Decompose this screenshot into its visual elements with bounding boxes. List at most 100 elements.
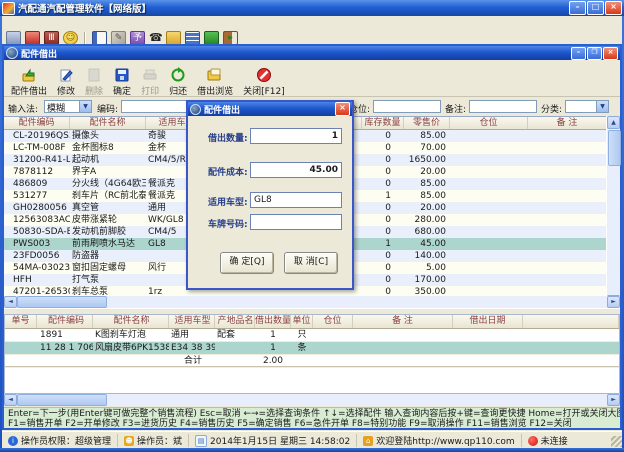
edit-icon[interactable]: ✎ (111, 31, 126, 45)
ok-button[interactable]: 确 定[Q] (220, 252, 274, 274)
plate-input[interactable] (250, 214, 342, 230)
cell-stock: 1 (362, 238, 404, 250)
scroll-left-icon[interactable]: ◄ (4, 394, 17, 406)
scrollbar-thumb[interactable] (608, 130, 621, 166)
delete-button: 删除 (80, 62, 108, 99)
cell-loc (450, 154, 528, 166)
minimize-button[interactable]: – (569, 1, 586, 15)
cell-loc (450, 190, 528, 202)
cell-stock: 0 (362, 202, 404, 214)
cell-no (5, 342, 37, 354)
cell-price: 85.00 (404, 130, 450, 142)
scrollbar-thumb[interactable] (17, 296, 107, 308)
horizontal-scrollbar[interactable]: ◄ ► (4, 296, 620, 308)
cell-code: 31200-R41-L01 (4, 154, 70, 166)
cell-price: 20.00 (404, 202, 450, 214)
cell-loc (450, 274, 528, 286)
scroll-right-icon[interactable]: ► (607, 394, 620, 406)
header-no: 单号 (5, 315, 37, 328)
cell-stock: 0 (362, 250, 404, 262)
window-restore-button[interactable]: ❐ (587, 47, 602, 60)
vertical-scrollbar[interactable]: ▲ ▼ (606, 116, 620, 308)
status-bar: i 操作员权限：超级管理 ☻ 操作员：斌 ▤ 2014年1月15日 星期三 14… (2, 431, 622, 449)
header-note: 备 注 (528, 117, 607, 129)
cell-loc (450, 178, 528, 190)
close-f12-button[interactable]: 关闭[F12] (238, 62, 290, 99)
no-entry-icon (256, 67, 272, 83)
ime-label: 输入法: (8, 102, 38, 115)
cell-name: 发动机前脚胶 (70, 226, 146, 238)
window-minimize-button[interactable]: – (571, 47, 586, 60)
maximize-button[interactable]: □ (587, 1, 604, 15)
note-input[interactable] (469, 100, 537, 113)
phone-icon[interactable]: ☎ (149, 32, 162, 44)
connection-section: 未连接 (522, 434, 574, 447)
permission-text: 操作员权限：超级管理 (21, 434, 111, 447)
calculator-icon[interactable] (185, 31, 200, 45)
scroll-left-icon[interactable]: ◄ (4, 296, 17, 308)
print-icon[interactable] (6, 31, 21, 45)
cell-note (528, 178, 607, 190)
ime-select[interactable]: 模糊 ▼ (44, 100, 92, 113)
toolbar-separator (84, 32, 86, 44)
confirm-icon (114, 67, 130, 83)
cell-origin (215, 342, 255, 354)
safe-icon[interactable] (204, 31, 219, 45)
code-input[interactable] (121, 100, 189, 113)
cell-stock: 0 (362, 142, 404, 154)
operator-section: ☻ 操作员：斌 (118, 434, 189, 447)
cell-price: 85.00 (404, 178, 450, 190)
scrollbar-thumb[interactable] (17, 394, 107, 406)
chevron-down-icon[interactable]: ▼ (596, 101, 608, 112)
window-close-button[interactable]: × (603, 47, 618, 60)
dialog-close-icon[interactable]: × (335, 102, 350, 116)
close-button[interactable]: × (605, 1, 622, 15)
cell-loc (450, 130, 528, 142)
qty-input[interactable]: 1 (250, 128, 342, 144)
cancel-button[interactable]: 取 消[C] (284, 252, 338, 274)
loan-browse-button[interactable]: 借出浏览 (192, 62, 238, 99)
cell-note (528, 166, 607, 178)
cell-code: 531277 (4, 190, 70, 202)
chevron-down-icon[interactable]: ▼ (79, 101, 91, 112)
bank-icon[interactable]: Ⅲ (44, 31, 59, 45)
sales-icon[interactable] (25, 31, 40, 45)
header-name: 配件名称 (93, 315, 169, 328)
cell-price: 280.00 (404, 214, 450, 226)
smiley-icon[interactable]: ☺ (63, 31, 78, 45)
return-button[interactable]: 归还 (164, 62, 192, 99)
cell-code: LC-TM-008F (4, 142, 70, 154)
printer-icon (142, 67, 158, 83)
resize-grip[interactable] (611, 436, 622, 447)
horizontal-scrollbar[interactable]: ◄ ► (4, 394, 620, 406)
tools-icon[interactable]: 予 (130, 31, 145, 45)
loc-input[interactable] (373, 100, 441, 113)
class-select[interactable]: ▼ (565, 100, 609, 113)
qty-row: 借出数量: 1 (188, 128, 356, 144)
confirm-button[interactable]: 确定 (108, 62, 136, 99)
loan-row[interactable]: 1891 K图刹车灯泡 通用 配套 1 只 (5, 329, 619, 342)
cell-loc (450, 250, 528, 262)
cell-code: 54MA-03023 (4, 262, 70, 274)
loan-add-button[interactable]: 配件借出 (6, 62, 52, 99)
connection-text: 未连接 (541, 434, 568, 447)
cost-input[interactable]: 45.00 (250, 162, 342, 178)
cell-code: 23FD0056 (4, 250, 70, 262)
dialog-titlebar[interactable]: 配件借出 × (188, 102, 352, 116)
cell-price: 5.00 (404, 262, 450, 274)
loan-row[interactable]: 11 28 1 706 545 风扇皮带6PK1538 E34 38 39 M3… (5, 342, 619, 355)
model-input[interactable]: GL8 (250, 192, 342, 208)
header-note: 备 注 (353, 315, 453, 328)
delete-icon (86, 67, 102, 83)
exit-icon[interactable]: ▸ (223, 31, 238, 45)
scroll-up-icon[interactable]: ▲ (607, 116, 620, 129)
cost-row: 配件成本: 45.00 (188, 162, 356, 178)
total-label: 合计 (169, 355, 215, 367)
notebook-icon[interactable] (92, 31, 107, 45)
header-stock: 库存数量 (362, 117, 404, 129)
browse-icon (206, 67, 224, 83)
cell-name: 界字A (70, 166, 146, 178)
scroll-right-icon[interactable]: ► (607, 296, 620, 308)
card-icon[interactable] (166, 31, 181, 45)
modify-button[interactable]: 修改 (52, 62, 80, 99)
